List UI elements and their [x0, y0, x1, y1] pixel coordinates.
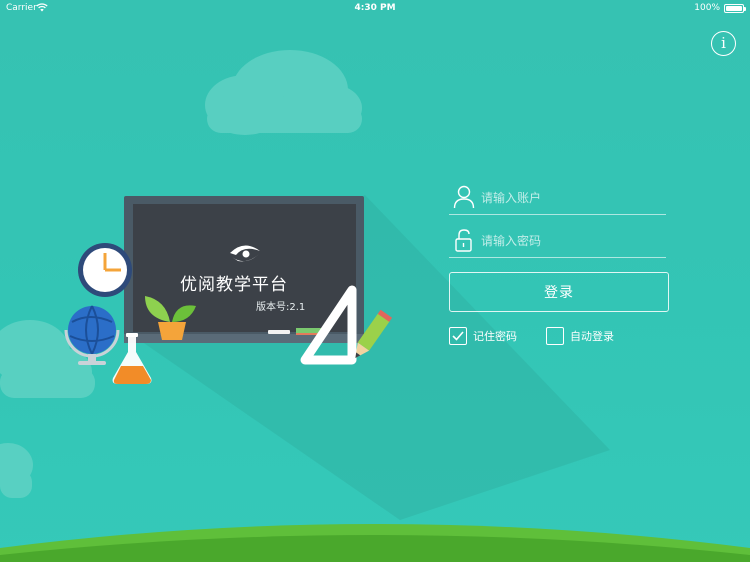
account-input[interactable] — [481, 187, 661, 209]
auto-login-checkbox[interactable] — [546, 327, 564, 345]
remember-password-option[interactable]: 记住密码 — [449, 326, 517, 346]
lock-icon — [455, 229, 472, 252]
cloud-left-small — [0, 443, 33, 498]
chalkboard-ledge — [124, 334, 364, 343]
clock-icon — [78, 243, 132, 297]
remember-password-label: 记住密码 — [473, 330, 517, 343]
account-field[interactable] — [449, 183, 666, 215]
checkmark-icon — [452, 331, 464, 341]
cloud-top — [205, 50, 362, 135]
user-icon — [453, 185, 475, 209]
password-input[interactable] — [481, 230, 661, 252]
app-title: 优阅教学平台 — [180, 275, 288, 295]
password-field[interactable] — [449, 226, 666, 258]
login-button[interactable]: 登录 — [449, 272, 669, 312]
auto-login-option[interactable]: 自动登录 — [546, 326, 614, 346]
version-label: 版本号:2.1 — [256, 302, 306, 313]
auto-login-label: 自动登录 — [570, 330, 614, 343]
chalk — [268, 330, 290, 334]
remember-password-checkbox[interactable] — [449, 327, 467, 345]
